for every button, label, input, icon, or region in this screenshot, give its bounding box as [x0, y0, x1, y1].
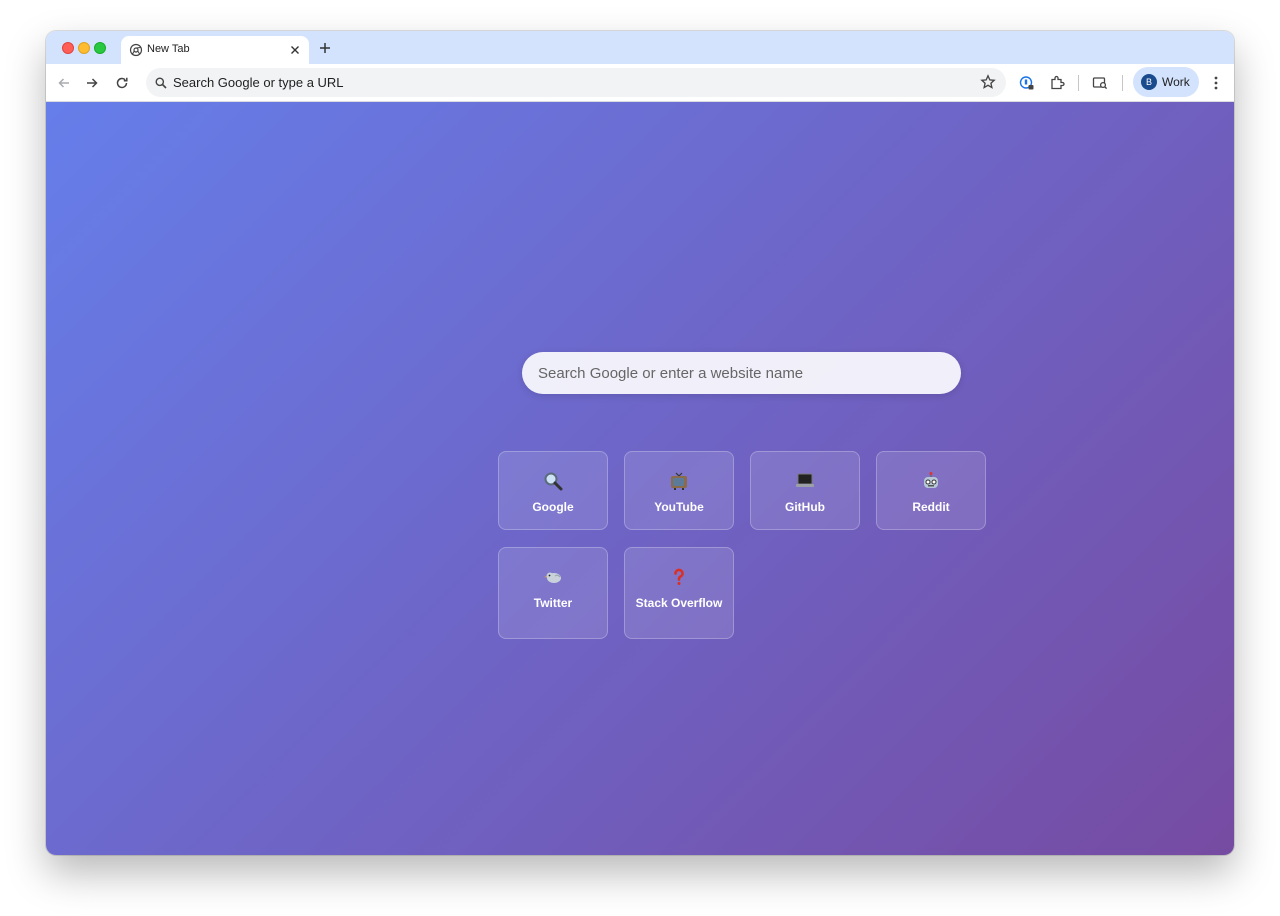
tab-close-icon[interactable]: [287, 42, 303, 58]
shortcut-label: Twitter: [533, 596, 573, 610]
extensions-puzzle-icon[interactable]: [1045, 71, 1069, 95]
tv-icon: [625, 470, 733, 492]
laptop-icon: [751, 470, 859, 492]
avatar: B: [1141, 74, 1157, 90]
shortcut-tile-stack-overflow[interactable]: Stack Overflow: [624, 547, 734, 639]
search-icon: [154, 76, 168, 90]
profile-label: Work: [1162, 75, 1190, 89]
bookmark-star-icon[interactable]: [980, 74, 996, 90]
shortcut-tile-github[interactable]: GitHub: [750, 451, 860, 530]
shortcut-tile-reddit[interactable]: Reddit: [876, 451, 986, 530]
shortcut-label: Stack Overflow: [635, 596, 723, 610]
window-maximize-button[interactable]: [94, 42, 106, 54]
back-arrow-icon[interactable]: [52, 71, 76, 95]
reload-icon[interactable]: [110, 71, 134, 95]
profile-button[interactable]: B Work: [1133, 67, 1199, 97]
tab-new-tab[interactable]: New Tab: [121, 36, 309, 64]
shortcut-tile-google[interactable]: Google: [498, 451, 608, 530]
shortcut-tile-youtube[interactable]: YouTube: [624, 451, 734, 530]
browser-toolbar: Search Google or type a URL B Work: [46, 64, 1234, 102]
search-input[interactable]: [522, 352, 961, 394]
shortcut-label: Reddit: [912, 500, 950, 514]
question-mark-icon: [625, 566, 733, 588]
chrome-favicon-icon: [129, 43, 143, 57]
bird-icon: [499, 566, 607, 588]
shortcut-label: GitHub: [785, 500, 825, 514]
tab-title: New Tab: [147, 43, 190, 55]
forward-arrow-icon[interactable]: [80, 71, 104, 95]
shortcut-tile-twitter[interactable]: Twitter: [498, 547, 608, 639]
tab-strip: New Tab: [46, 31, 1234, 64]
shortcut-label: YouTube: [654, 500, 704, 514]
address-bar-placeholder: Search Google or type a URL: [173, 75, 344, 90]
magnifier-icon: [499, 470, 607, 492]
shortcut-label: Google: [532, 500, 574, 514]
new-tab-plus-icon[interactable]: [316, 39, 334, 57]
toolbar-divider: [1078, 75, 1079, 91]
browser-window: New Tab Search Google or type a URL B Wo…: [46, 31, 1234, 855]
address-bar[interactable]: Search Google or type a URL: [146, 68, 1006, 97]
tab-search-icon[interactable]: [1088, 71, 1112, 95]
robot-icon: [877, 470, 985, 492]
more-menu-icon[interactable]: [1204, 71, 1228, 95]
window-close-button[interactable]: [62, 42, 74, 54]
toolbar-divider: [1122, 75, 1123, 91]
new-tab-page: Google YouTube GitHub Reddit Twitter: [46, 102, 1234, 855]
window-minimize-button[interactable]: [78, 42, 90, 54]
password-manager-icon[interactable]: [1015, 71, 1039, 95]
